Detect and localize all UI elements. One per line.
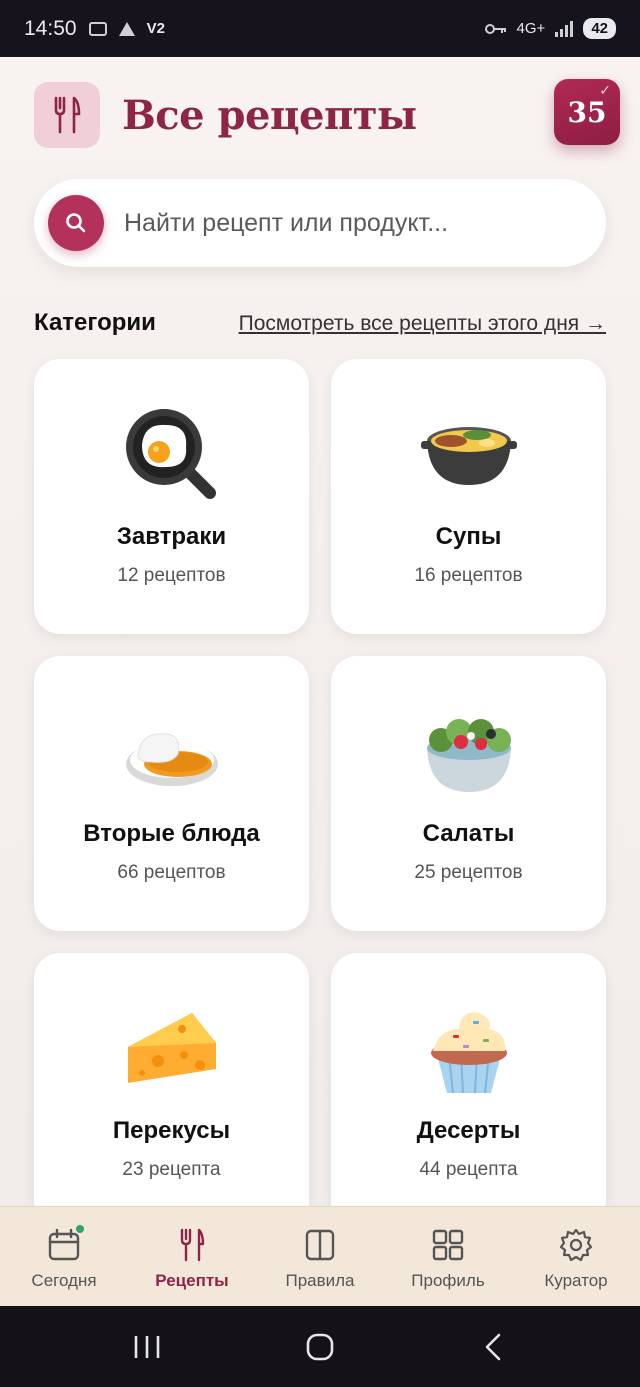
category-card-breakfast[interactable]: Завтраки 12 рецептов <box>34 359 309 634</box>
header: Все рецепты 35 ✓ <box>34 79 620 149</box>
category-count: 12 рецептов <box>117 565 226 586</box>
recent-apps-icon <box>134 1335 159 1358</box>
grid-icon <box>430 1227 466 1263</box>
status-time: 14:50 <box>24 16 77 40</box>
key-icon <box>484 23 506 34</box>
category-name: Десерты <box>416 1117 521 1144</box>
book-icon <box>302 1227 338 1263</box>
home-button[interactable] <box>290 1317 350 1377</box>
nav-label: Правила <box>285 1271 355 1290</box>
nav-label: Сегодня <box>31 1271 97 1290</box>
search-bar <box>34 179 606 267</box>
status-carrier: V2 <box>146 20 165 37</box>
category-card-desserts[interactable]: Десерты 44 рецепта <box>331 953 606 1228</box>
nav-item-profile[interactable]: Профиль <box>384 1207 512 1306</box>
day-number: 35 <box>567 95 607 129</box>
home-icon <box>306 1333 334 1360</box>
nav-item-rules[interactable]: Правила <box>256 1207 384 1306</box>
cheese-icon <box>122 999 222 1099</box>
telegram-icon <box>118 21 135 36</box>
salad-bowl-icon <box>419 702 519 802</box>
category-card-snacks[interactable]: Перекусы 23 рецепта <box>34 953 309 1228</box>
fork-knife-icon <box>174 1227 210 1263</box>
categories-title: Категории <box>34 309 156 336</box>
category-count: 23 рецепта <box>122 1159 221 1180</box>
screenshot-icon <box>88 21 107 36</box>
nav-item-today[interactable]: Сегодня <box>0 1207 128 1306</box>
nav-item-recipes[interactable]: Рецепты <box>128 1207 256 1306</box>
category-count: 66 рецептов <box>117 862 226 883</box>
status-left: 14:50 V2 <box>24 17 165 41</box>
search-input[interactable] <box>124 208 584 238</box>
category-name: Супы <box>435 523 502 550</box>
system-nav-bar <box>0 1306 640 1387</box>
nav-label: Профиль <box>411 1271 485 1290</box>
search-button[interactable] <box>48 195 104 251</box>
recipes-screen: Все рецепты 35 ✓ Категории Посмотреть вс… <box>0 57 640 1306</box>
search-icon <box>66 213 86 233</box>
category-card-salads[interactable]: Салаты 25 рецептов <box>331 656 606 931</box>
app-logo <box>34 82 100 148</box>
check-icon: ✓ <box>599 83 611 99</box>
day-counter-badge[interactable]: 35 ✓ <box>554 79 620 145</box>
gear-icon <box>558 1227 594 1263</box>
nav-item-curator[interactable]: Куратор <box>512 1207 640 1306</box>
category-name: Салаты <box>422 820 515 847</box>
back-icon <box>486 1333 501 1360</box>
status-network: 4G+ <box>516 20 546 37</box>
categories-header: Категории Посмотреть все рецепты этого д… <box>34 309 606 337</box>
signal-icon <box>555 20 574 37</box>
recent-apps-button[interactable] <box>117 1317 177 1377</box>
bottom-navigation: Сегодня Рецепты Правила Профиль Куратор <box>0 1206 640 1306</box>
calendar-icon <box>46 1225 84 1263</box>
battery-indicator: 42 <box>583 18 616 39</box>
category-name: Завтраки <box>116 523 227 550</box>
category-count: 16 рецептов <box>414 565 523 586</box>
category-card-soups[interactable]: Супы 16 рецептов <box>331 359 606 634</box>
view-all-today-link[interactable]: Посмотреть все рецепты этого дня → <box>239 312 606 336</box>
category-count: 25 рецептов <box>414 862 523 883</box>
status-right: 4G+ 42 <box>484 18 616 39</box>
category-name: Вторые блюда <box>83 820 260 847</box>
rice-curry-icon <box>122 702 222 802</box>
soup-pot-icon <box>419 405 519 505</box>
cupcake-icon <box>419 999 519 1099</box>
category-card-main-dishes[interactable]: Вторые блюда 66 рецептов <box>34 656 309 931</box>
back-button[interactable] <box>463 1317 523 1377</box>
nav-label: Рецепты <box>155 1271 229 1290</box>
category-name: Перекусы <box>112 1117 231 1144</box>
notification-dot <box>76 1225 84 1233</box>
status-bar: 14:50 V2 4G+ 42 <box>0 0 640 57</box>
category-count: 44 рецепта <box>419 1159 518 1180</box>
fork-knife-icon <box>54 96 81 134</box>
frying-pan-egg-icon <box>122 405 222 505</box>
page-title: Все рецепты <box>122 91 417 139</box>
nav-label: Куратор <box>544 1271 608 1290</box>
